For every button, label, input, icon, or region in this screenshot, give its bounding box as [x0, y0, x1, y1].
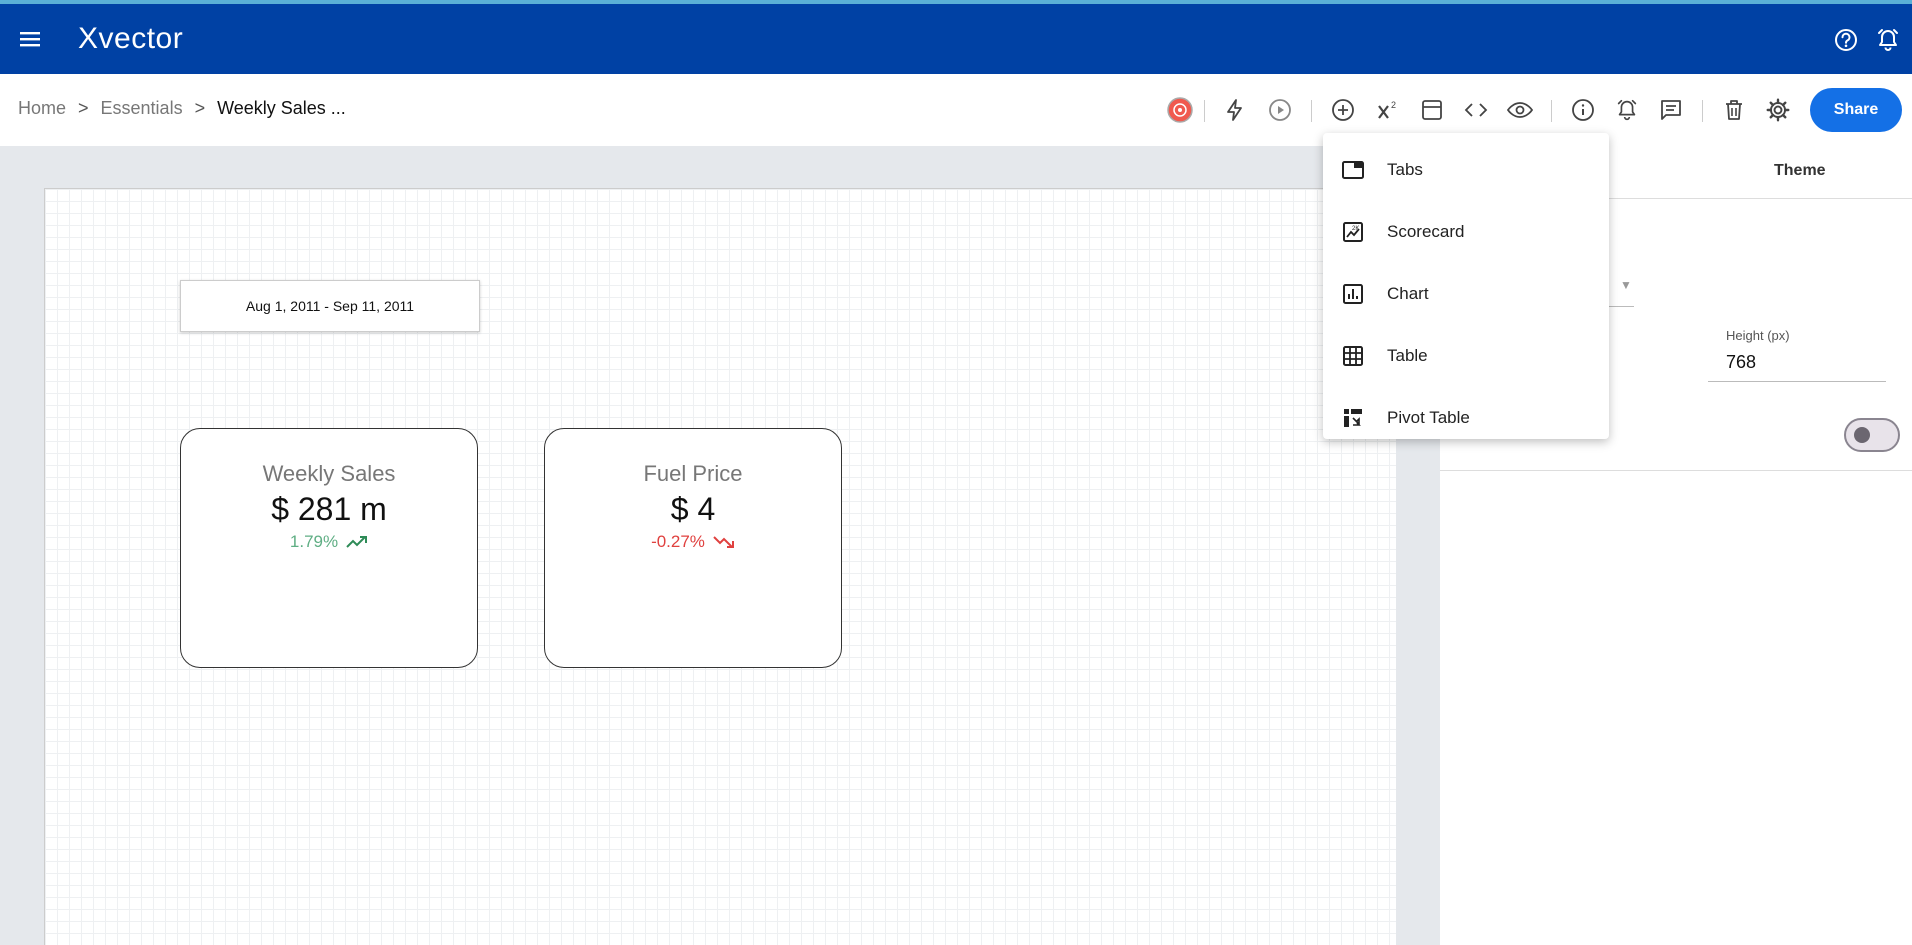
play-button[interactable] [1266, 96, 1294, 124]
preview-button[interactable] [1506, 96, 1534, 124]
scorecard-delta: -0.27% [545, 532, 841, 552]
scorecard-value: $ 4 [670, 491, 716, 527]
breadcrumb-home[interactable]: Home [18, 98, 66, 119]
lightning-button[interactable] [1221, 96, 1249, 124]
info-icon [1572, 99, 1594, 121]
help-icon[interactable] [1832, 26, 1860, 54]
comment-icon [1661, 100, 1681, 120]
scorecard-value: $ 281 m [271, 491, 387, 527]
menu-item-label: Tabs [1387, 160, 1423, 179]
scorecard-title: Weekly Sales [262, 461, 396, 486]
hamburger-menu-icon[interactable] [18, 27, 44, 51]
info-button[interactable] [1569, 96, 1597, 124]
app-bar: Xvector [0, 4, 1912, 74]
code-icon [1464, 103, 1488, 117]
alarm-bell-icon [1617, 99, 1637, 121]
menu-item-label: Chart [1387, 284, 1429, 303]
chart-icon [1343, 284, 1363, 304]
svg-text:2: 2 [1391, 100, 1396, 110]
status-avatar-button[interactable] [1166, 96, 1194, 124]
breadcrumb-current: Weekly Sales ... [217, 98, 346, 118]
breadcrumb-separator: > [78, 98, 89, 118]
trending-up-icon [346, 536, 368, 548]
toolbar-divider [1311, 100, 1312, 122]
scorecard-delta-value: 1.79% [289, 532, 339, 551]
toggle-knob [1854, 427, 1870, 443]
toolbar-divider [1702, 100, 1703, 122]
menu-item-label: Pivot Table [1387, 408, 1470, 427]
menu-item-chart[interactable]: Chart [1323, 263, 1609, 325]
menu-item-label: Scorecard [1387, 222, 1465, 241]
table-icon [1343, 346, 1363, 366]
lightning-icon [1227, 99, 1242, 121]
tab-theme[interactable]: Theme [1774, 162, 1826, 180]
status-avatar-icon [1167, 97, 1193, 123]
date-range-filter[interactable]: Aug 1, 2011 - Sep 11, 2011 [180, 280, 480, 332]
add-component-button[interactable] [1329, 96, 1357, 124]
toolbar: Home > Essentials > Weekly Sales ... 2 S… [0, 74, 1912, 146]
scorecard-weekly-sales[interactable]: Weekly Sales $ 281 m 1.79% [180, 428, 478, 668]
height-label: Height (px) [1726, 328, 1790, 343]
svg-text:2K: 2K [1352, 226, 1359, 232]
delete-button[interactable] [1720, 96, 1748, 124]
toolbar-divider [1204, 100, 1205, 122]
breadcrumb-separator: > [194, 98, 206, 118]
code-button[interactable] [1462, 96, 1490, 124]
scorecard-delta: 1.79% [181, 532, 477, 552]
scorecard-delta-value: -0.27% [651, 532, 705, 551]
app-logo[interactable]: Xvector [78, 22, 183, 56]
scorecard-fuel-price[interactable]: Fuel Price $ 4 -0.27% [544, 428, 842, 668]
breadcrumb: Home > Essentials > Weekly Sales ... [18, 98, 346, 119]
add-component-menu: Tabs 2K Scorecard Chart Table Pivot Tabl… [1323, 133, 1609, 439]
comments-button[interactable] [1657, 96, 1685, 124]
snapping-toggle[interactable] [1844, 418, 1900, 452]
chevron-down-icon[interactable]: ▼ [1620, 278, 1632, 292]
play-circle-icon [1269, 99, 1291, 121]
gear-icon [1766, 98, 1790, 122]
layout-icon [1422, 100, 1442, 120]
trending-down-icon [713, 536, 734, 548]
add-circle-icon [1332, 99, 1354, 121]
variable-button[interactable]: 2 [1374, 96, 1402, 124]
pivot-table-icon [1344, 409, 1362, 427]
eye-icon [1507, 102, 1533, 118]
menu-item-label: Table [1387, 346, 1428, 365]
alert-button[interactable] [1613, 96, 1641, 124]
menu-item-pivot-table[interactable]: Pivot Table [1323, 387, 1609, 449]
breadcrumb-essentials[interactable]: Essentials [101, 98, 183, 119]
tabs-icon [1342, 161, 1364, 179]
scorecard-icon: 2K [1343, 222, 1363, 242]
menu-item-tabs[interactable]: Tabs [1323, 139, 1609, 201]
layout-button[interactable] [1418, 96, 1446, 124]
trash-icon [1726, 100, 1742, 120]
settings-button[interactable] [1764, 96, 1792, 124]
superscript-icon: 2 [1378, 100, 1396, 119]
height-input[interactable] [1708, 344, 1886, 382]
scorecard-title: Fuel Price [643, 461, 743, 486]
menu-item-table[interactable]: Table [1323, 325, 1609, 387]
alarm-bell-icon[interactable] [1874, 26, 1902, 54]
share-button[interactable]: Share [1810, 88, 1902, 132]
section-divider [1440, 470, 1912, 471]
toolbar-divider [1551, 100, 1552, 122]
menu-item-scorecard[interactable]: 2K Scorecard [1323, 201, 1609, 263]
